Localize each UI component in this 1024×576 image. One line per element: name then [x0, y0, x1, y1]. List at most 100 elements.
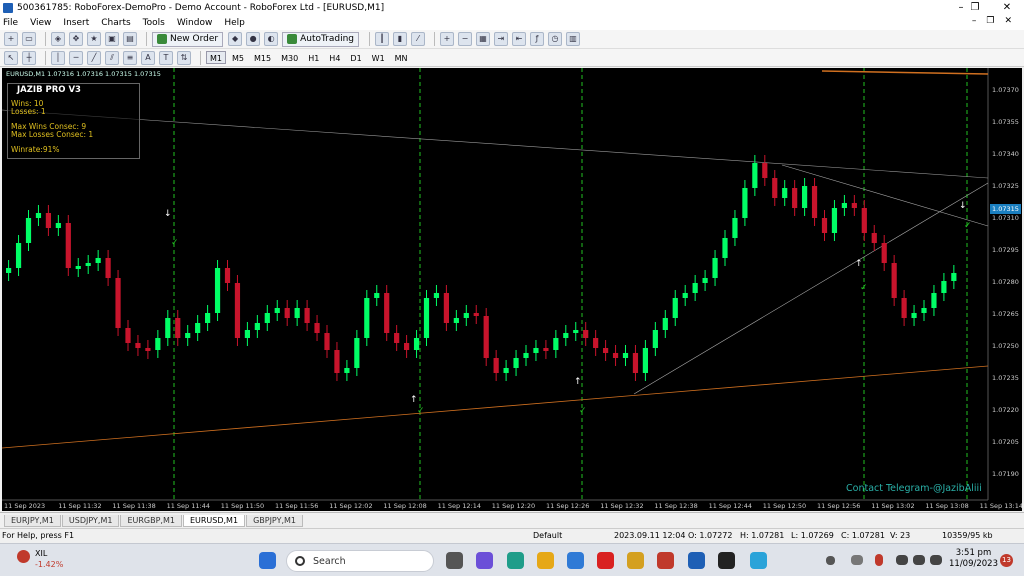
data-window-icon[interactable]: ✥	[69, 32, 83, 46]
tf-d1[interactable]: D1	[346, 51, 365, 64]
tab-eurgbp[interactable]: EURGBP,M1	[120, 515, 182, 527]
candle-body	[75, 266, 81, 269]
candle-body	[155, 338, 161, 350]
tf-h1[interactable]: H1	[304, 51, 323, 64]
vps-icon[interactable]: ◐	[264, 32, 279, 46]
vertical-line-icon[interactable]: │	[51, 50, 65, 65]
metatrader-icon[interactable]	[688, 552, 705, 569]
menu-tools[interactable]: Tools	[143, 18, 165, 28]
text-icon[interactable]: A	[141, 50, 155, 65]
candle-body	[234, 283, 241, 338]
media-icon[interactable]	[657, 552, 674, 569]
photos-icon[interactable]	[627, 552, 644, 569]
bar-chart-icon[interactable]: ┃	[375, 32, 389, 46]
menu-view[interactable]: View	[30, 18, 51, 28]
cloud-icon[interactable]	[851, 555, 863, 565]
panel-title: JAZIB PRO V3	[17, 85, 81, 95]
profiles-icon[interactable]: ▭	[22, 32, 36, 46]
tab-eurusd[interactable]: EURUSD,M1	[182, 515, 246, 527]
edge-icon[interactable]	[507, 552, 524, 569]
tf-m30[interactable]: M30	[277, 51, 302, 64]
candle-body	[513, 358, 519, 368]
tray-chevron-icon[interactable]	[826, 556, 835, 565]
trendline-icon[interactable]: ╱	[87, 50, 101, 65]
menu-help[interactable]: Help	[224, 18, 245, 28]
start-icon[interactable]	[259, 552, 276, 569]
tile-windows-icon[interactable]: ▦	[476, 32, 490, 46]
menu-charts[interactable]: Charts	[101, 18, 130, 28]
crosshair-icon[interactable]: ┼	[22, 50, 36, 65]
menu-window[interactable]: Window	[177, 18, 213, 28]
zoom-out-icon[interactable]: −	[458, 32, 472, 46]
terminal-icon[interactable]: ▣	[105, 32, 119, 46]
cursor-icon[interactable]: ↖	[4, 50, 18, 65]
notification-badge[interactable]: 13	[1000, 554, 1013, 567]
autotrading-button[interactable]: AutoTrading	[282, 31, 359, 47]
telegram-icon[interactable]	[750, 552, 767, 569]
ticker-label: XIL	[35, 549, 48, 558]
indicators-icon[interactable]: ƒ	[530, 32, 544, 46]
tab-eurjpy[interactable]: EURJPY,M1	[4, 515, 61, 527]
menu-file[interactable]: File	[3, 18, 18, 28]
chart-shift-icon[interactable]: ⇤	[512, 32, 526, 46]
time-tick-label: 11 Sep 12:08	[383, 502, 426, 510]
templates-icon[interactable]: ▥	[566, 32, 580, 46]
bar-high: H: 1.07281	[740, 531, 785, 540]
teams-icon[interactable]	[476, 552, 493, 569]
metaeditor-icon[interactable]: ◆	[228, 32, 243, 46]
candle-body	[692, 283, 698, 293]
jazib-stats-panel: JAZIB PRO V3 Wins: 10 Losses: 1 Max Wins…	[7, 83, 140, 159]
tf-mn[interactable]: MN	[391, 51, 412, 64]
tf-m1[interactable]: M1	[206, 51, 226, 64]
new-order-button[interactable]: New Order	[152, 31, 224, 47]
child-restore-button[interactable]: ❐	[986, 16, 994, 26]
explorer-icon[interactable]	[537, 552, 554, 569]
battery-icon[interactable]	[930, 555, 942, 565]
periods-icon[interactable]: ◷	[548, 32, 562, 46]
tab-usdjpy[interactable]: USDJPY,M1	[61, 515, 120, 527]
candle-body	[702, 278, 708, 283]
candlestick-icon[interactable]: ▮	[393, 32, 407, 46]
microphone-icon[interactable]	[875, 554, 883, 566]
tf-m15[interactable]: M15	[250, 51, 275, 64]
volume-icon[interactable]	[913, 555, 925, 565]
child-close-button[interactable]: ✕	[1004, 16, 1012, 26]
new-chart-icon[interactable]: +	[4, 32, 18, 46]
clock[interactable]: 3:51 pm 11/09/2023	[949, 548, 998, 570]
text-label-icon[interactable]: T	[159, 50, 173, 65]
signals-icon[interactable]: ●	[246, 32, 261, 46]
fibonacci-icon[interactable]: ≡	[123, 50, 137, 65]
tf-w1[interactable]: W1	[368, 51, 389, 64]
price-chart[interactable]: 1.07370 1.07355 1.07340 1.07325 1.07310 1.072…	[2, 68, 1022, 511]
tester-icon[interactable]: ▤	[123, 32, 137, 46]
zoom-in-icon[interactable]: +	[440, 32, 454, 46]
maximize-button[interactable]: ❐	[960, 0, 990, 15]
tf-m5[interactable]: M5	[228, 51, 248, 64]
navigator-icon[interactable]: ★	[87, 32, 101, 46]
trendline-top	[821, 70, 989, 75]
search-box[interactable]: Search	[286, 550, 434, 572]
tab-gbpjpy[interactable]: GBPJPY,M1	[246, 515, 304, 527]
child-minimize-button[interactable]: –	[972, 16, 977, 26]
candle-body	[831, 208, 838, 233]
price-tick-label: 1.07205	[992, 438, 1019, 446]
line-chart-icon[interactable]: ⁄	[411, 32, 425, 46]
candle-body	[25, 218, 32, 243]
store-icon[interactable]	[567, 552, 584, 569]
channel-icon[interactable]: ⫽	[105, 50, 119, 65]
wifi-icon[interactable]	[896, 555, 908, 565]
time-tick-label: 11 Sep 11:50	[221, 502, 264, 510]
youtube-icon[interactable]	[597, 552, 614, 569]
capcut-icon[interactable]	[718, 552, 735, 569]
candle-body	[413, 338, 420, 350]
auto-scroll-icon[interactable]: ⇥	[494, 32, 508, 46]
horizontal-line-icon[interactable]: ─	[69, 50, 83, 65]
task-view-icon[interactable]	[446, 552, 463, 569]
market-watch-icon[interactable]: ◈	[51, 32, 65, 46]
arrows-icon[interactable]: ⇅	[177, 50, 191, 65]
tf-h4[interactable]: H4	[325, 51, 344, 64]
close-button[interactable]: ✕	[992, 0, 1022, 15]
menu-insert[interactable]: Insert	[63, 18, 89, 28]
max-losses-label: Max Losses Consec: 1	[11, 130, 94, 139]
new-order-icon	[157, 34, 167, 44]
